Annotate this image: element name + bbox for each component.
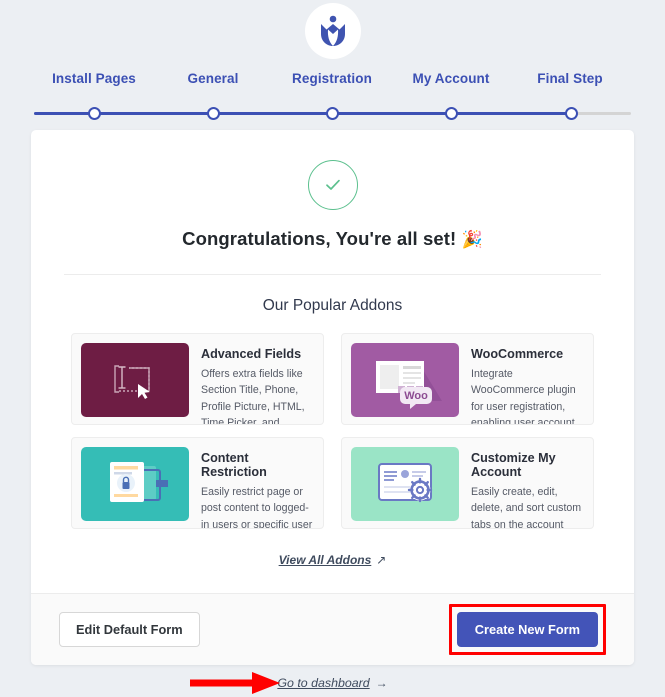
addon-name-woocommerce: WooCommerce xyxy=(471,347,564,361)
go-to-dashboard-link[interactable]: Go to dashboard xyxy=(277,676,369,690)
addon-card-woocommerce[interactable]: Woo WooCommerce Integrate WooCommerce pl… xyxy=(341,333,594,425)
addon-card-advanced-fields[interactable]: Advanced Fields Offers extra fields like… xyxy=(71,333,324,425)
card-body: Congratulations, You're all set! 🎉 Our P… xyxy=(31,130,634,593)
stepper-dot-install-pages[interactable] xyxy=(87,107,101,120)
stepper-label-final-step[interactable]: Final Step xyxy=(537,71,603,86)
stepper-track-progress xyxy=(34,112,571,115)
congratulations-heading: Congratulations, You're all set! 🎉 xyxy=(59,228,606,250)
addons-section-title: Our Popular Addons xyxy=(262,297,403,314)
content-restriction-text: Content Restriction Easily restrict page… xyxy=(201,447,314,529)
customize-my-account-text: Customize My Account Easily create, edit… xyxy=(471,447,584,529)
woocommerce-thumb: Woo xyxy=(351,343,459,417)
addon-desc-woocommerce: Integrate WooCommerce plugin for user re… xyxy=(471,368,576,425)
final-step-card: Congratulations, You're all set! 🎉 Our P… xyxy=(31,130,634,665)
card-footer: Edit Default Form Create New Form xyxy=(31,593,634,665)
right-arrow-icon: → xyxy=(375,675,388,690)
external-link-arrow-icon: ↗ xyxy=(376,553,387,567)
stepper-labels: Install Pages General Registration My Ac… xyxy=(0,71,665,93)
stepper-label-my-account[interactable]: My Account xyxy=(412,71,489,86)
edit-default-form-button[interactable]: Edit Default Form xyxy=(59,612,200,647)
stepper-label-install-pages[interactable]: Install Pages xyxy=(52,71,136,86)
red-pointer-annotation-arrow-icon xyxy=(190,672,280,694)
view-all-addons-link[interactable]: View All Addons xyxy=(279,553,372,567)
party-popper-emoji: 🎉 xyxy=(461,230,483,249)
view-all-addons-wrap: View All Addons ↗ xyxy=(59,551,606,593)
addons-grid: Advanced Fields Offers extra fields like… xyxy=(59,333,606,529)
stepper-dot-my-account[interactable] xyxy=(444,107,458,120)
stepper-label-registration[interactable]: Registration xyxy=(292,71,372,86)
content-restriction-lock-icon xyxy=(110,462,168,502)
check-mark-icon xyxy=(325,179,340,190)
customize-my-account-gear-icon xyxy=(378,463,433,503)
addon-desc-customize-my-account: Easily create, edit, delete, and sort cu… xyxy=(471,486,582,529)
stepper-dot-final-step[interactable] xyxy=(564,107,578,120)
content-restriction-thumb xyxy=(81,447,189,521)
stepper-dot-registration[interactable] xyxy=(325,107,339,120)
stepper-track xyxy=(0,103,665,123)
addon-name-content-restriction: Content Restriction xyxy=(201,451,267,479)
app-logo-badge xyxy=(304,3,361,59)
stepper-label-general[interactable]: General xyxy=(188,71,239,86)
addon-card-content-restriction[interactable]: Content Restriction Easily restrict page… xyxy=(71,437,324,529)
advanced-fields-thumb xyxy=(81,343,189,417)
svg-text:Woo: Woo xyxy=(404,390,428,402)
woocommerce-icon: Woo xyxy=(376,361,442,409)
go-to-dashboard-row: Go to dashboard → xyxy=(0,668,665,697)
addon-desc-advanced-fields: Offers extra fields like Section Title, … xyxy=(201,368,305,425)
advanced-fields-text: Advanced Fields Offers extra fields like… xyxy=(201,343,314,425)
success-icon-wrap xyxy=(59,160,606,210)
addon-desc-content-restriction: Easily restrict page or post content to … xyxy=(201,486,313,529)
setup-wizard-stepper: Install Pages General Registration My Ac… xyxy=(0,71,665,123)
customize-my-account-thumb xyxy=(351,447,459,521)
section-divider xyxy=(64,274,601,275)
user-registration-tulip-logo-icon xyxy=(320,15,345,46)
addon-name-advanced-fields: Advanced Fields xyxy=(201,347,302,361)
stepper-dot-general[interactable] xyxy=(206,107,220,120)
check-circle-icon xyxy=(307,160,358,210)
logo-header xyxy=(0,0,665,59)
addon-name-customize-my-account: Customize My Account xyxy=(471,451,556,479)
create-new-form-button[interactable]: Create New Form xyxy=(456,612,598,647)
advanced-fields-icon xyxy=(114,365,150,399)
create-new-form-highlight-box: Create New Form xyxy=(448,604,606,655)
congratulations-text: Congratulations, You're all set! xyxy=(182,228,457,249)
woocommerce-text: WooCommerce Integrate WooCommerce plugin… xyxy=(471,343,584,425)
addon-card-customize-my-account[interactable]: Customize My Account Easily create, edit… xyxy=(341,437,594,529)
